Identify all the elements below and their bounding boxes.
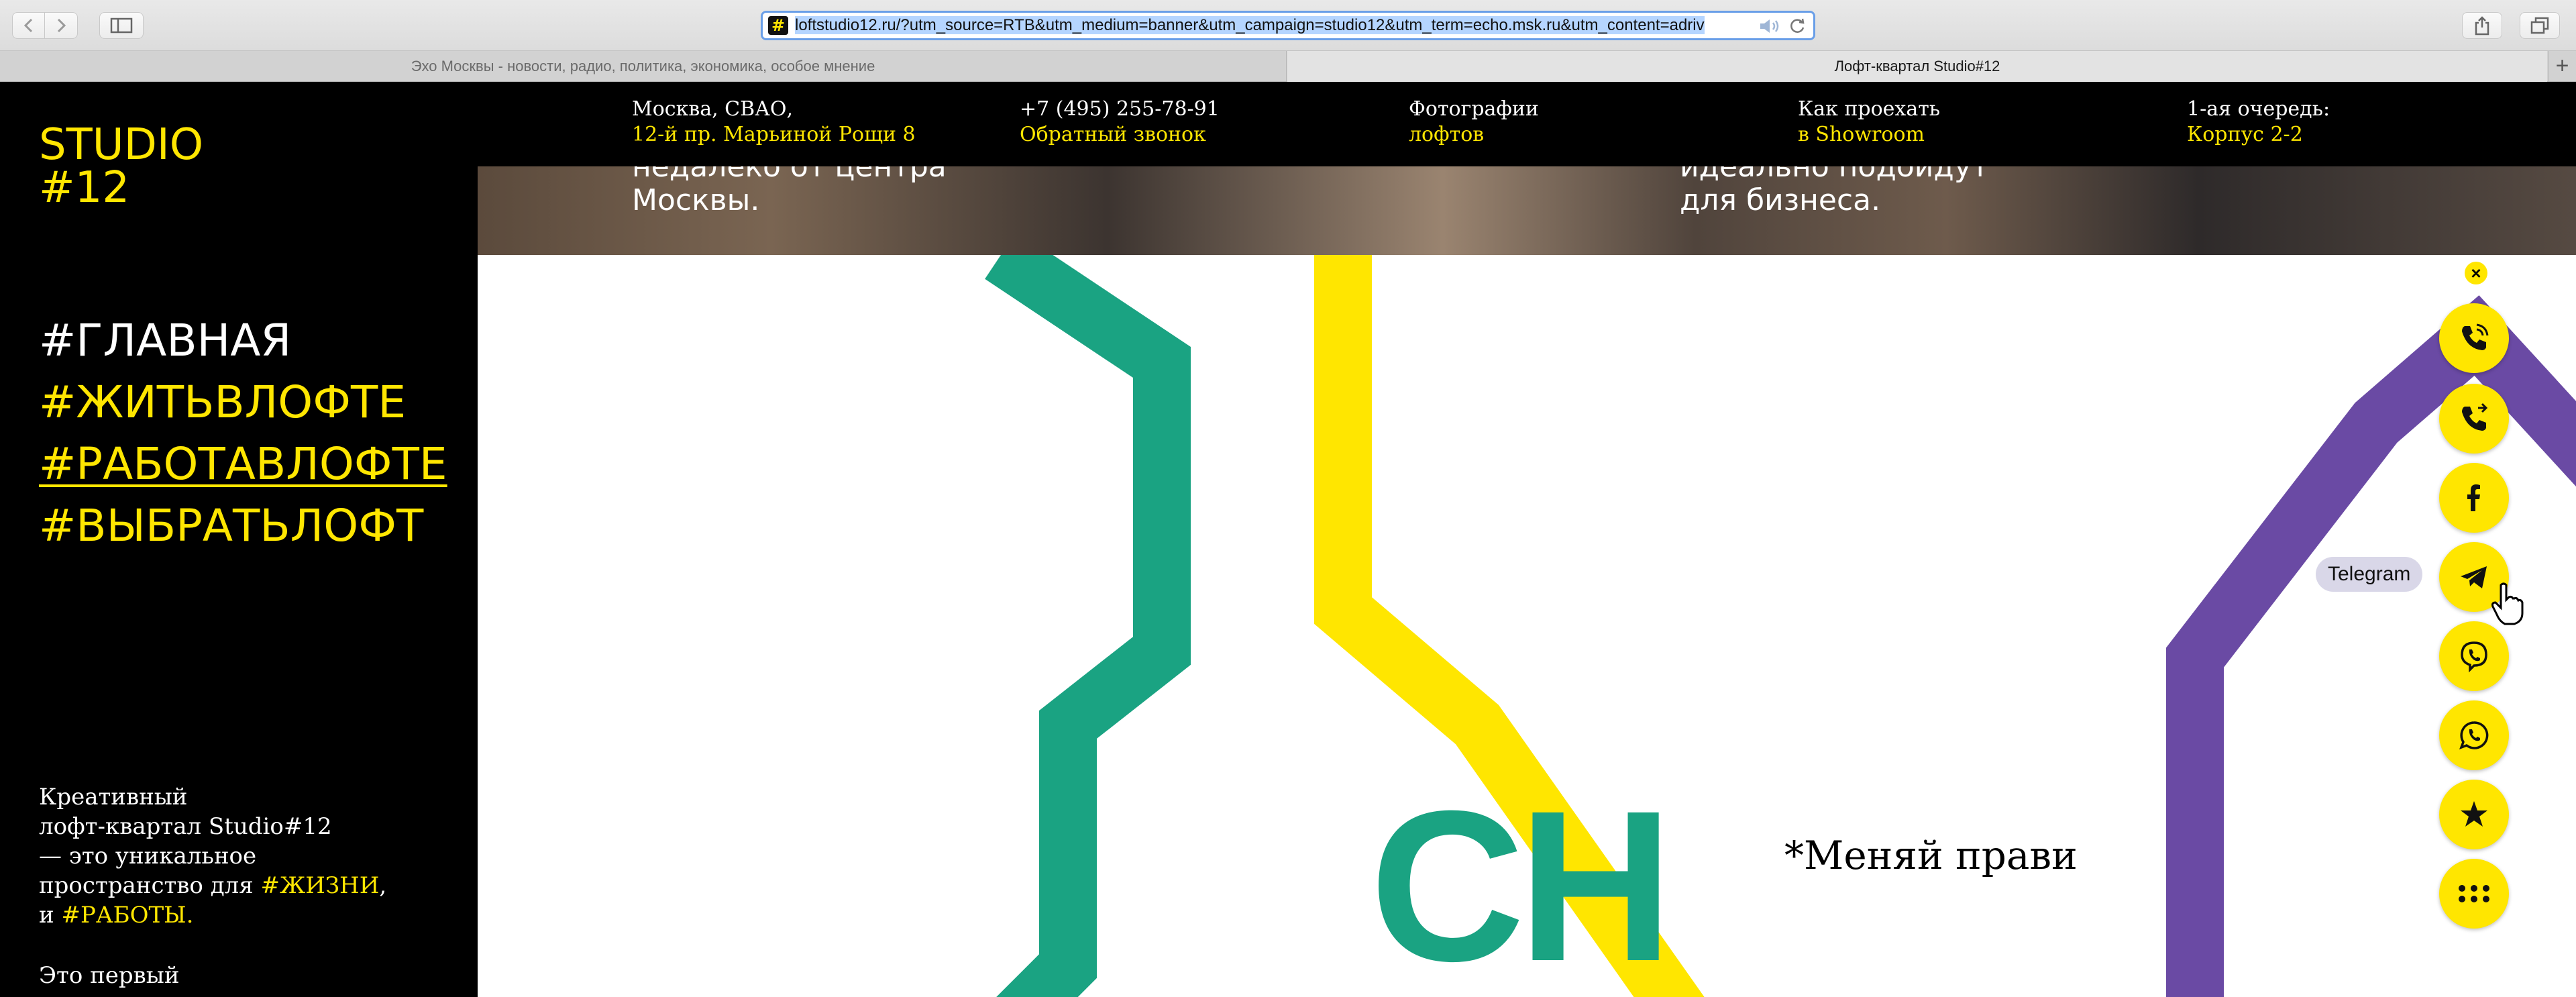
back-button[interactable] xyxy=(12,12,46,39)
green-line-shape xyxy=(985,255,1191,997)
forward-button[interactable] xyxy=(44,12,78,39)
callback-link[interactable]: Обратный звонок xyxy=(1020,122,1220,148)
nav-photos-link[interactable]: лофтов xyxy=(1409,122,1539,148)
tab-bar: Эхо Москвы - новости, радио, политика, э… xyxy=(0,51,2576,82)
telegram-tooltip: Telegram xyxy=(2316,557,2423,592)
menu-item-live-in-loft[interactable]: #ЖИТЬВЛОФТЕ xyxy=(39,374,406,431)
hand-cursor-icon xyxy=(2491,582,2524,625)
phone-icon xyxy=(2462,403,2488,431)
back-icon xyxy=(23,18,33,33)
facebook-button[interactable] xyxy=(2439,463,2509,533)
about-line: пространство для #ЖИЗНИ, xyxy=(39,872,387,899)
tabs-icon xyxy=(2530,17,2549,34)
forward-icon xyxy=(57,18,66,33)
nav-phone-number[interactable]: +7 (495) 255-78-91 xyxy=(1020,97,1220,122)
viber-button[interactable] xyxy=(2439,621,2509,691)
callback-button[interactable] xyxy=(2439,303,2509,373)
left-sidebar: STUDIO #12 #ГЛАВНАЯ #ЖИТЬВЛОФТЕ #РАБОТАВ… xyxy=(0,82,478,997)
life-link[interactable]: #ЖИЗНИ xyxy=(261,872,380,899)
nav-route[interactable]: Как проехать в Showroom xyxy=(1798,97,1940,148)
about-text: Креативный лофт-квартал Studio#12 — это … xyxy=(39,782,455,930)
work-link[interactable]: #РАБОТЫ xyxy=(61,902,186,929)
more-icon xyxy=(2459,885,2489,902)
about-line: Креативный xyxy=(39,784,188,810)
menu-item-work-in-loft[interactable]: #РАБОТАВЛОФТЕ xyxy=(39,436,447,492)
more-button[interactable] xyxy=(2439,859,2509,929)
nav-address[interactable]: Москва, СВАО, 12-й пр. Марьиной Рощи 8 xyxy=(632,97,916,148)
site-logo[interactable]: STUDIO #12 xyxy=(39,123,203,209)
viber-icon xyxy=(2461,641,2487,673)
whatsapp-icon xyxy=(2459,721,2489,749)
telegram-icon xyxy=(2461,566,2487,588)
reload-icon[interactable] xyxy=(1788,17,1807,36)
nav-photos-label: Фотографии xyxy=(1409,97,1539,121)
logo-line1: STUDIO xyxy=(39,120,204,170)
decorative-artwork: CH *Меняй прави xyxy=(478,255,2576,997)
menu-item-choose-loft[interactable]: #ВЫБРАТЬЛОФТ xyxy=(39,498,423,554)
hero-text-left-line2: Москвы. xyxy=(632,183,760,217)
purple-line-shape xyxy=(2166,295,2576,997)
new-tab-button[interactable]: + xyxy=(2548,51,2576,82)
nav-queue[interactable]: 1-ая очередь: Корпус 2-2 xyxy=(2187,97,2330,148)
nav-address-street[interactable]: 12-й пр. Марьиной Рощи 8 xyxy=(632,122,916,148)
audio-icon[interactable] xyxy=(1758,17,1781,36)
nav-address-city: Москва, СВАО, xyxy=(632,97,794,121)
widget-close-button[interactable]: × xyxy=(2465,262,2487,284)
tab-loft-studio12[interactable]: Лофт-квартал Studio#12 xyxy=(1287,51,2547,82)
ch-logo-letters: CH xyxy=(1370,766,1673,997)
facebook-icon xyxy=(2467,484,2480,511)
about-line: — это уникальное xyxy=(39,843,257,870)
share-icon xyxy=(2475,16,2489,36)
phone-button[interactable] xyxy=(2439,384,2509,454)
nav-route-label: Как проехать xyxy=(1798,97,1941,121)
star-icon xyxy=(2461,801,2487,827)
hero-text-right-line2: для бизнеса. xyxy=(1680,183,1881,217)
show-tabs-button[interactable] xyxy=(2520,12,2560,39)
about-text-second: Это первый xyxy=(39,962,180,989)
share-button[interactable] xyxy=(2462,12,2502,39)
favorite-button[interactable] xyxy=(2439,780,2509,849)
site-favicon: # xyxy=(768,16,788,35)
nav-queue-link[interactable]: Корпус 2-2 xyxy=(2187,122,2330,148)
menu-item-main[interactable]: #ГЛАВНАЯ xyxy=(39,313,291,369)
browser-toolbar: # loftstudio12.ru/?utm_source=RTB&utm_me… xyxy=(0,0,2576,51)
nav-photos[interactable]: Фотографии лофтов xyxy=(1409,97,1539,148)
about-line: и #РАБОТЫ. xyxy=(39,902,194,929)
nav-phone[interactable]: +7 (495) 255-78-91 Обратный звонок xyxy=(1020,97,1220,148)
sidebar-icon xyxy=(110,17,133,34)
about-line: лофт-квартал Studio#12 xyxy=(39,813,332,840)
sidebar-button[interactable] xyxy=(99,12,144,39)
tab-echo-moskvy[interactable]: Эхо Москвы - новости, радио, политика, э… xyxy=(0,51,1287,82)
web-page: недалеко от центра Москвы. идеально подо… xyxy=(0,82,2576,997)
logo-line2: #12 xyxy=(39,163,130,213)
address-bar[interactable]: # loftstudio12.ru/?utm_source=RTB&utm_me… xyxy=(761,11,1815,40)
nav-queue-label: 1-ая очередь: xyxy=(2187,97,2330,121)
whatsapp-button[interactable] xyxy=(2439,700,2509,770)
tagline-text: *Меняй прави xyxy=(1784,833,2078,878)
nav-route-link[interactable]: в Showroom xyxy=(1798,122,1940,148)
callback-icon xyxy=(2462,323,2489,350)
url-field[interactable]: loftstudio12.ru/?utm_source=RTB&utm_medi… xyxy=(795,15,1754,36)
